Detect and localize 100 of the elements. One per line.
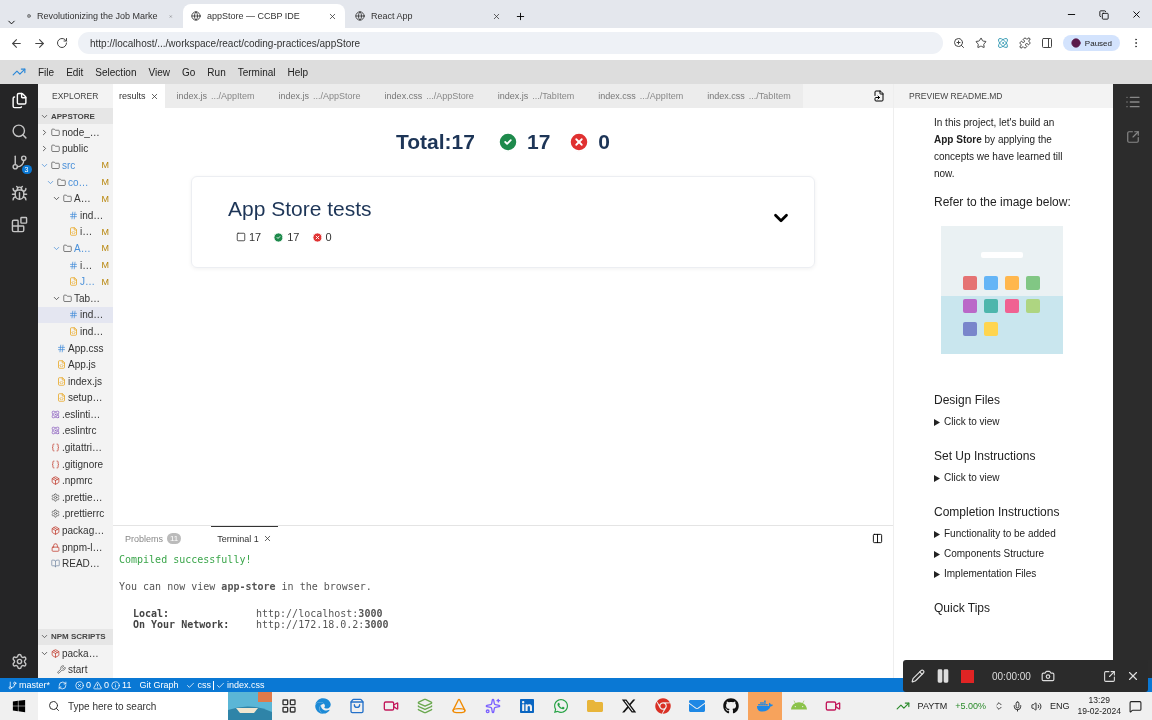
- tree-item[interactable]: Tab…: [38, 289, 113, 307]
- tree-item[interactable]: .npmrc: [38, 472, 113, 490]
- package-file-icon: [51, 476, 60, 486]
- tree-item[interactable]: ind…: [38, 306, 113, 324]
- tree-item[interactable]: .eslinti…: [38, 406, 113, 423]
- tree-item[interactable]: node_…: [38, 124, 113, 141]
- zoom-icon[interactable]: [952, 37, 965, 49]
- notifications-icon[interactable]: [1129, 699, 1142, 713]
- section-header[interactable]: NPM SCRIPTS: [38, 628, 113, 645]
- square-icon: [236, 232, 246, 242]
- menu-item[interactable]: Selection: [95, 66, 137, 78]
- tree-item[interactable]: pnpm-l…: [38, 538, 113, 556]
- back-icon[interactable]: [10, 36, 23, 50]
- atom-icon[interactable]: [996, 37, 1009, 49]
- menu-item[interactable]: Help: [287, 66, 309, 78]
- tree-item[interactable]: A… M: [38, 190, 113, 207]
- menu-item[interactable]: View: [148, 66, 170, 78]
- tree-item[interactable]: i… M: [38, 223, 113, 241]
- editor-tab[interactable]: index.js .../AppStore: [266, 84, 373, 108]
- terminal-label: On Your Network:: [133, 619, 231, 630]
- files-icon[interactable]: [10, 92, 28, 109]
- cone-icon: [451, 698, 467, 714]
- pause-icon[interactable]: [935, 668, 951, 684]
- tree-item[interactable]: public: [38, 140, 113, 158]
- tree-item[interactable]: .gitattri…: [38, 439, 113, 456]
- extensions-icon[interactable]: [10, 216, 28, 233]
- disclosure-item[interactable]: Functionality to be added: [934, 526, 1073, 542]
- language-indicator[interactable]: ENG: [1050, 701, 1070, 711]
- puzzle-icon[interactable]: [1018, 37, 1031, 49]
- minimize-icon[interactable]: [1103, 669, 1116, 683]
- stop-button[interactable]: [961, 669, 974, 683]
- menu-item[interactable]: Edit: [66, 66, 84, 78]
- tree-item[interactable]: App.js: [38, 356, 113, 373]
- disclosure-item[interactable]: Implementation Files: [934, 566, 1073, 582]
- address-field[interactable]: http://localhost/.../workspace/react/coding-practices/appStore: [78, 32, 943, 54]
- panel-tab[interactable]: Terminal 1: [211, 526, 278, 550]
- tree-item[interactable]: App.css: [38, 339, 113, 357]
- restore-icon[interactable]: [1099, 10, 1109, 20]
- editor-tab[interactable]: index.css .../AppStore: [372, 84, 486, 108]
- microphone-icon[interactable]: [1012, 700, 1023, 712]
- disclosure-item[interactable]: Components Structure: [934, 546, 1073, 562]
- editor-tab[interactable]: index.js .../AppItem: [164, 84, 267, 108]
- store-bag-icon: [349, 698, 365, 714]
- sync-icon[interactable]: [58, 680, 67, 690]
- tree-item[interactable]: i… M: [38, 256, 113, 274]
- browser-tab[interactable]: Revolutionizing the Job Marke: [19, 4, 181, 28]
- profile-button[interactable]: Paused: [1062, 35, 1120, 51]
- tree-item[interactable]: .eslintrc: [38, 422, 113, 440]
- tree-item[interactable]: start: [38, 661, 113, 678]
- tree-item[interactable]: .gitignore: [38, 455, 113, 473]
- tree-item[interactable]: .prettie…: [38, 489, 113, 506]
- clock[interactable]: 13:29 19-02-2024: [1077, 695, 1121, 717]
- forward-icon[interactable]: [33, 36, 46, 50]
- editor-tab[interactable]: index.css .../AppItem: [586, 84, 696, 108]
- side-panel-icon[interactable]: [1040, 37, 1053, 49]
- problems-item[interactable]: 0 0 11: [75, 680, 132, 690]
- browser-tab[interactable]: React App: [347, 4, 509, 28]
- menu-item[interactable]: File: [38, 66, 55, 78]
- camera-icon[interactable]: [1040, 669, 1055, 683]
- close-icon[interactable]: [1131, 9, 1142, 20]
- language-item[interactable]: css index.css: [186, 680, 265, 690]
- branch-item[interactable]: master*: [8, 680, 50, 690]
- menu-item[interactable]: Terminal: [237, 66, 276, 78]
- star-icon[interactable]: [974, 37, 987, 49]
- editor-tab[interactable]: index.css .../TabItem: [695, 84, 803, 108]
- search-icon[interactable]: [10, 123, 28, 140]
- disclosure-item[interactable]: Click to view: [934, 470, 1073, 486]
- tree-item[interactable]: packag…: [38, 522, 113, 539]
- editor-tab[interactable]: results: [113, 84, 165, 108]
- pen-icon[interactable]: [911, 669, 925, 683]
- panel-icon[interactable]: [1125, 130, 1140, 144]
- git-graph-item[interactable]: Git Graph: [139, 680, 179, 690]
- reload-icon[interactable]: [56, 37, 68, 49]
- menu-item[interactable]: Go: [182, 66, 196, 78]
- tree-item[interactable]: ind…: [38, 323, 113, 340]
- error-icon: [75, 680, 84, 690]
- tree-item[interactable]: READ…: [38, 555, 113, 573]
- settings-icon[interactable]: [10, 653, 28, 670]
- taskbar-search[interactable]: Type here to search: [38, 692, 228, 720]
- new-tab-icon[interactable]: [515, 11, 526, 22]
- start-icon[interactable]: [12, 699, 26, 713]
- close-icon[interactable]: [1126, 669, 1140, 683]
- disclosure-item[interactable]: Click to view: [934, 414, 1073, 430]
- section-header[interactable]: APPSTORE: [38, 108, 113, 124]
- source-control-icon[interactable]: [10, 154, 28, 171]
- editor-tab[interactable]: index.js .../TabItem: [485, 84, 587, 108]
- panel-layout-icon[interactable]: [872, 532, 883, 544]
- outline-icon[interactable]: [1124, 94, 1141, 110]
- open-preview-icon[interactable]: [873, 90, 885, 102]
- browser-tab[interactable]: appStore — CCBP IDE: [183, 4, 345, 28]
- tree-item[interactable]: setup…: [38, 389, 113, 407]
- panel-tab[interactable]: Problems 11: [119, 526, 188, 550]
- bug-icon[interactable]: [10, 185, 28, 202]
- tree-item[interactable]: packa…: [38, 644, 113, 662]
- tree-item[interactable]: index.js: [38, 372, 113, 390]
- tree-item[interactable]: .prettierrc: [38, 505, 113, 523]
- tray-chevron-icon[interactable]: [994, 701, 1004, 711]
- speaker-icon[interactable]: [1031, 700, 1042, 712]
- tree-item[interactable]: ind…: [38, 206, 113, 224]
- menu-item[interactable]: Run: [207, 66, 226, 78]
